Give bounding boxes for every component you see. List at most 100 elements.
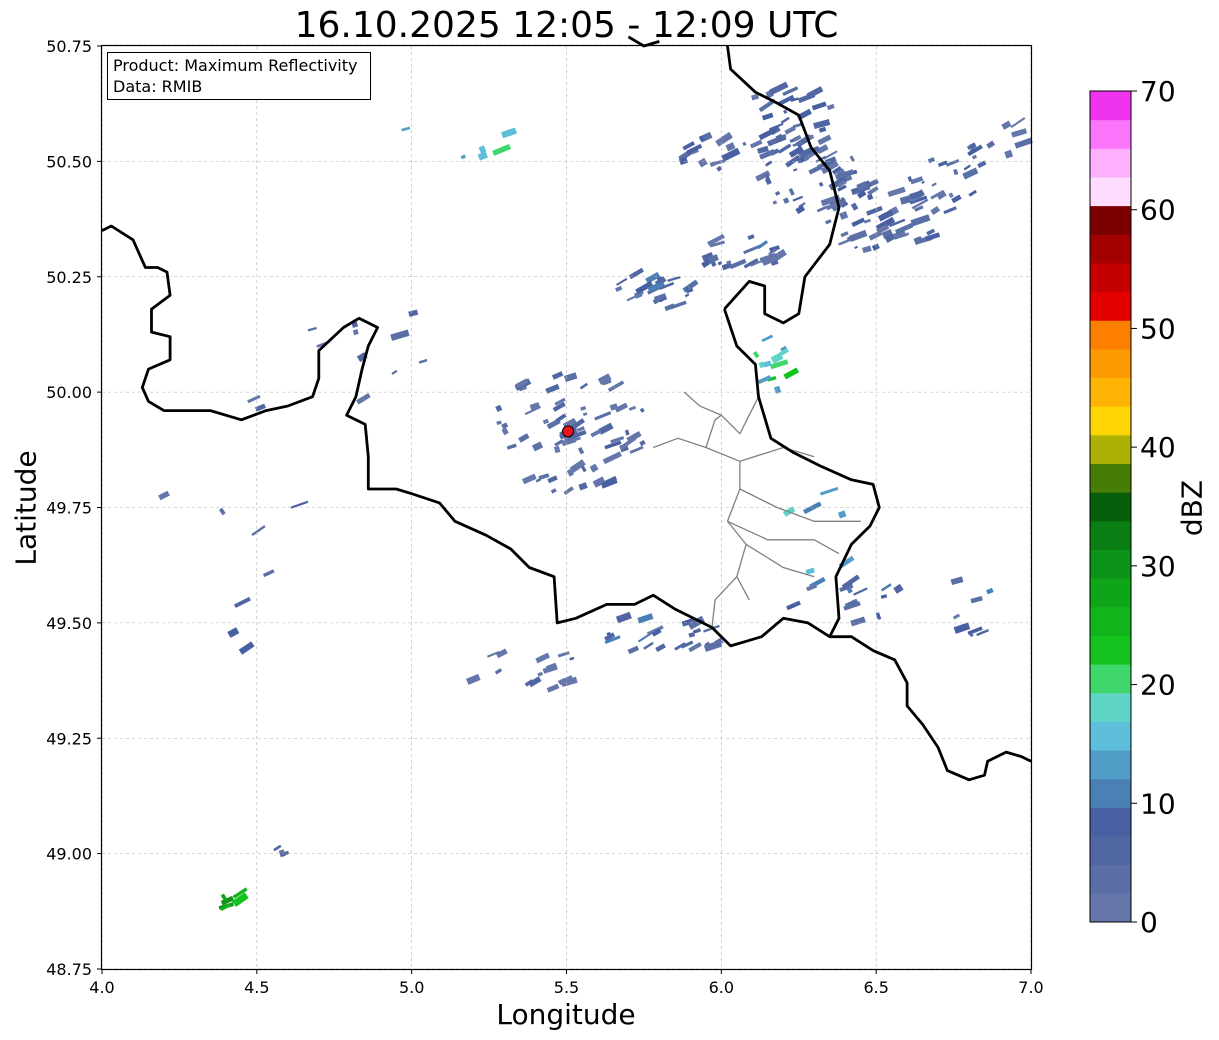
echo-cell [627,645,640,655]
colorbar-segment [1090,348,1131,379]
echo-cell [792,195,804,202]
echo-cell [826,103,835,111]
y-tick-label: 49.75 [46,499,92,518]
colorbar-segment [1090,836,1131,866]
echo-cell [218,507,226,516]
y-tick-label: 49.25 [46,729,92,748]
colorbar-segment [1090,377,1131,407]
echo-cell [971,154,978,160]
echo-cell [637,613,654,624]
echo-cell [697,157,708,168]
colorbar-segment [1090,606,1131,636]
echo-cell [921,180,925,184]
colorbar-tick-label: 20 [1140,669,1176,702]
echo-cell [629,445,644,454]
echo-cell [777,143,792,154]
echo-cell [945,159,960,167]
echo-cell [550,488,557,494]
echo-cell [537,671,544,677]
colorbar-segment [1090,721,1131,751]
echo-cell [757,375,772,385]
echo-cell [871,243,880,251]
echo-cell [742,141,747,147]
echo-cell [501,422,509,430]
echo-layer [158,81,1033,911]
echo-cell [569,656,575,661]
echo-cell [713,158,726,166]
echo-cell [1004,149,1014,159]
echo-cell [582,412,588,417]
colorbar-segment [1090,807,1131,837]
echo-cell [795,204,806,215]
echo-cell [233,596,251,608]
echo-cell [688,632,696,638]
colorbar: 0 10 20 30 40 50 60 70 [1089,75,1176,939]
echo-cell [717,260,723,266]
colorbar-tick-label: 0 [1140,906,1158,939]
echo-cell [639,407,645,413]
colorbar-tick-label: 50 [1140,312,1176,345]
national-border [627,35,660,48]
national-border [723,308,881,638]
colorbar-segment [1090,434,1131,465]
colorbar-segment [1090,864,1131,894]
x-tick-label: 5.5 [554,978,579,997]
echo-cell [774,190,781,196]
echo-cell [624,429,630,436]
echo-cell [805,567,815,575]
echo-cell [817,134,832,146]
colorbar-segment [1090,291,1131,321]
echo-cell [840,231,849,238]
echo-cell [749,139,763,149]
colorbar-segment [1090,750,1131,780]
echo-cell [953,168,959,176]
radar-site-marker [562,425,575,438]
colorbar-segment [1090,262,1131,293]
echo-cell [501,427,509,436]
echo-cell [356,393,371,405]
echo-cell [930,205,941,215]
colorbar-segment [1090,664,1131,694]
echo-cell [818,181,824,187]
y-tick-label: 48.75 [46,960,92,979]
colorbar-segment [1090,148,1131,178]
echo-cell [579,382,589,390]
echo-cell [782,197,790,204]
echo-cell [262,569,275,578]
colorbar-tick-label: 30 [1140,550,1176,583]
echo-cell [535,652,550,664]
colorbar-tick-label: 70 [1140,75,1176,108]
echo-cell [506,443,517,450]
echo-cell [819,486,839,496]
radar-chart: 4.0 4.5 5.0 5.5 6.0 6.5 7.0 48.75 49.00 49.25 49.5… [46,35,1176,997]
echo-cell [952,613,961,620]
echo-cell [910,214,931,227]
echo-cell [553,445,561,454]
echo-cell [615,285,623,292]
colorbar-segment [1090,520,1131,550]
echo-cell [813,119,831,130]
info-data-source: Data: RMIB [113,77,203,96]
colorbar-segment [1090,119,1131,149]
y-tick-label: 50.50 [46,152,92,171]
echo-cell [752,350,760,359]
echo-cell [408,309,419,317]
x-tick-label: 4.0 [89,978,114,997]
info-product: Product: Maximum Reflectivity [113,56,358,75]
echo-cell [963,164,971,171]
echo-cell [880,594,888,599]
echo-cell [837,510,847,519]
colorbar-segment [1090,692,1131,722]
echo-cell [352,329,359,336]
echo-cell [761,112,774,121]
echo-cell [639,439,646,447]
echo-cell [866,205,883,216]
echo-cell [1010,117,1026,129]
colorbar-segment [1090,406,1131,436]
echo-cell [557,651,570,658]
echo-cell [862,245,872,254]
echo-cell [853,587,868,596]
echo-cell [501,127,518,139]
echo-cell [802,501,822,515]
echo-cell [496,420,502,426]
